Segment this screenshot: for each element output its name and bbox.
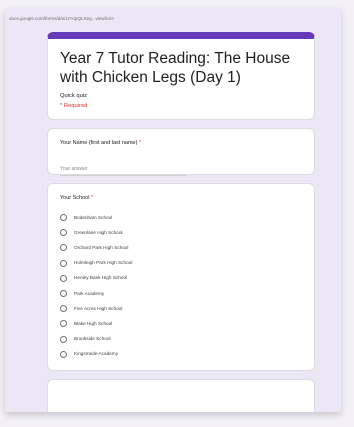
- school-question-label: Your School *: [60, 194, 302, 202]
- school-option[interactable]: Kingsmede Academy: [60, 347, 302, 362]
- school-option[interactable]: Henley Bank High School: [60, 271, 302, 286]
- name-question-card: Your Name (first and last name) *: [47, 128, 315, 176]
- school-option-label: Brookside School: [74, 336, 111, 342]
- radio-button[interactable]: [60, 214, 67, 222]
- form-subtitle: Quick quiz: [60, 93, 88, 99]
- radio-button[interactable]: [60, 350, 67, 358]
- form-title-card: Year 7 Tutor Reading: The House with Chi…: [47, 32, 315, 120]
- name-question-text: Your Name (first and last name): [60, 140, 138, 146]
- form-title: Year 7 Tutor Reading: The House with Chi…: [60, 50, 291, 86]
- school-option-label: Blake High School: [74, 320, 113, 326]
- name-answer-input[interactable]: [60, 163, 186, 176]
- form-screenshot: docs.google.com/forms/d/e/1FAIpQLSeg...v…: [5, 8, 341, 412]
- school-option-label: Greenlane High School: [74, 229, 123, 235]
- radio-button[interactable]: [60, 229, 67, 237]
- school-option[interactable]: Bodenham School: [60, 210, 302, 225]
- form-column: Year 7 Tutor Reading: The House with Chi…: [47, 32, 315, 412]
- school-option-label: Park Academy: [74, 290, 105, 296]
- school-option[interactable]: Greenlane High School: [60, 225, 302, 240]
- required-asterisk: *: [91, 195, 94, 201]
- school-option-label: Bodenham School: [74, 214, 113, 220]
- school-option-label: Holmleigh Park High School: [74, 260, 133, 266]
- school-option-label: Orchard Park High School: [74, 244, 129, 250]
- browser-url-bar[interactable]: docs.google.com/forms/d/e/1FAIpQLSeg...v…: [9, 14, 335, 24]
- school-question-card: Your School * Bodenham School Greenlane …: [47, 183, 315, 371]
- radio-button[interactable]: [60, 305, 67, 313]
- radio-button[interactable]: [60, 335, 67, 343]
- school-option[interactable]: Orchard Park High School: [60, 240, 302, 255]
- required-note: * Required: [60, 103, 88, 109]
- school-option[interactable]: Five Acres High School: [60, 301, 302, 316]
- school-option[interactable]: Park Academy: [60, 286, 302, 301]
- school-option[interactable]: Blake High School: [60, 316, 302, 331]
- next-question-card: [47, 379, 315, 412]
- school-option-label: Kingsmede Academy: [74, 351, 119, 357]
- radio-button[interactable]: [60, 290, 67, 298]
- radio-button[interactable]: [60, 259, 67, 267]
- radio-button[interactable]: [60, 274, 67, 282]
- school-option[interactable]: Brookside School: [60, 332, 302, 347]
- school-option-label: Five Acres High School: [74, 305, 123, 311]
- name-question-label: Your Name (first and last name) *: [60, 139, 302, 147]
- school-option-label: Henley Bank High School: [74, 275, 128, 281]
- radio-button[interactable]: [60, 244, 67, 252]
- school-option[interactable]: Holmleigh Park High School: [60, 256, 302, 271]
- radio-button[interactable]: [60, 320, 67, 328]
- required-asterisk: *: [138, 140, 142, 146]
- school-question-text: Your School: [60, 195, 90, 201]
